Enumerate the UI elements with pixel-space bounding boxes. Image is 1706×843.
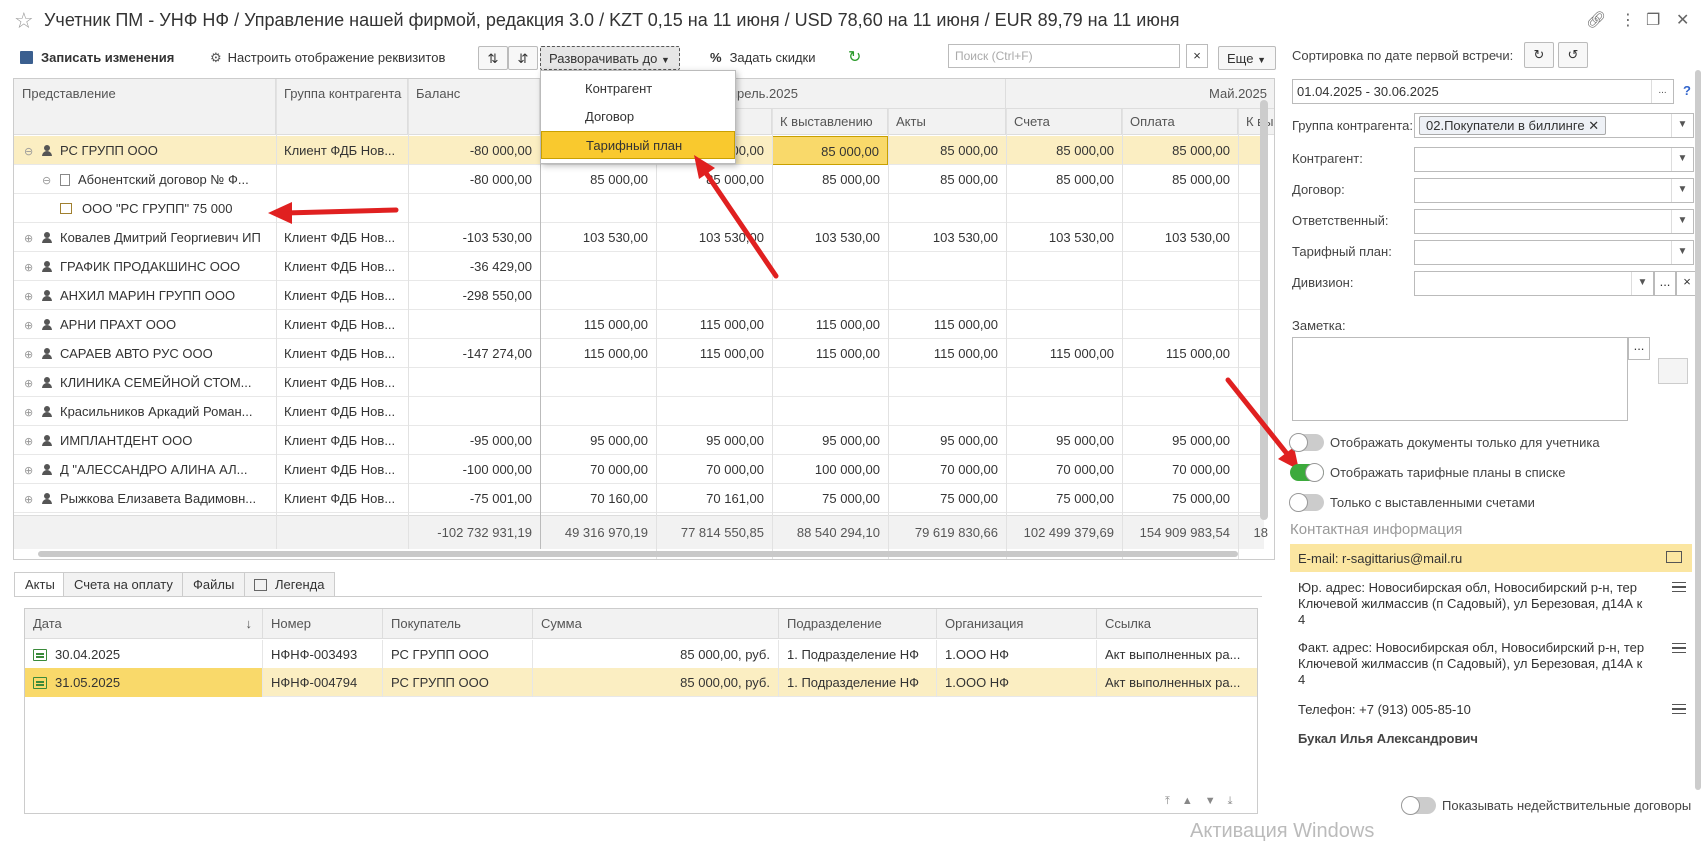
sort-arrow-icon: ↓ xyxy=(245,616,253,631)
acts-cell: 31.05.2025 xyxy=(25,668,263,697)
table-row[interactable]: 30.04.2025 НФНФ-003493 РС ГРУПП ООО 85 000,… xyxy=(25,640,1257,669)
acts-cell: Акт выполненных ра... xyxy=(1097,668,1257,697)
sort-reset-button[interactable]: ↺ xyxy=(1558,42,1588,68)
posted-document-icon xyxy=(33,677,47,689)
note-save-icon[interactable] xyxy=(1658,358,1688,384)
sort-label: Сортировка по дате первой встречи: xyxy=(1292,48,1514,63)
chevron-down-icon[interactable]: ▼ xyxy=(1631,272,1653,295)
header-organization[interactable]: Организация xyxy=(937,609,1097,639)
filter-label: Договор: xyxy=(1292,182,1345,197)
invalid-contracts-toggle[interactable] xyxy=(1401,796,1436,815)
acts-cell: РС ГРУПП ООО xyxy=(383,668,533,697)
arrow-line xyxy=(701,167,779,279)
header-link[interactable]: Ссылка xyxy=(1097,609,1257,639)
menu-lines-icon[interactable] xyxy=(1672,704,1686,714)
acts-cell: 85 000,00, руб. xyxy=(533,668,779,697)
header-sum[interactable]: Сумма xyxy=(533,609,779,639)
group-chip: 02.Покупатели в биллинге ✕ xyxy=(1419,116,1607,135)
ellipsis-button[interactable]: ... xyxy=(1654,271,1676,296)
legal-address: Юр. адрес: Новосибирская обл, Новосибирс… xyxy=(1298,580,1643,627)
acts-cell: 1.ООО НФ xyxy=(937,640,1097,669)
email-row[interactable]: E-mail: r-sagittarius@mail.ru xyxy=(1290,544,1692,572)
toggle-knob xyxy=(1289,433,1308,452)
toggle-knob xyxy=(1305,463,1324,482)
filter-field[interactable]: ▼ xyxy=(1414,271,1654,296)
phone: Телефон: +7 (913) 005-85-10 xyxy=(1298,702,1471,717)
header-division[interactable]: Подразделение xyxy=(779,609,937,639)
menu-lines-icon[interactable] xyxy=(1672,582,1686,592)
tab-invoices[interactable]: Счета на оплату xyxy=(63,572,184,597)
tabs-divider xyxy=(14,596,1262,597)
posted-document-icon xyxy=(33,649,47,661)
filter-field[interactable]: ▼ xyxy=(1414,209,1694,234)
actual-address: Факт. адрес: Новосибирская обл, Новосиби… xyxy=(1298,640,1645,687)
toggle-knob xyxy=(1401,796,1420,815)
toggle-knob xyxy=(1289,493,1308,512)
chevron-down-icon[interactable]: ▼ xyxy=(1671,148,1693,171)
arrow-head xyxy=(694,155,715,179)
group-field[interactable]: 02.Покупатели в биллинге ✕ ▼ xyxy=(1414,113,1694,138)
contact-person: Букал Илья Александрович xyxy=(1298,731,1478,746)
filter-label: Тарифный план: xyxy=(1292,244,1392,259)
contact-info-heading: Контактная информация xyxy=(1290,521,1463,538)
note-ellipsis-button[interactable]: ... xyxy=(1628,337,1650,360)
acts-cell: 1. Подразделение НФ xyxy=(779,668,937,697)
note-label: Заметка: xyxy=(1292,318,1346,333)
filter-label: Ответственный: xyxy=(1292,213,1389,228)
filter-field[interactable]: ▼ xyxy=(1414,178,1694,203)
toggle-switch[interactable] xyxy=(1289,433,1324,452)
acts-cell: НФНФ-003493 xyxy=(263,640,383,669)
chip-remove-icon[interactable]: ✕ xyxy=(1588,118,1599,133)
period-field[interactable]: 01.04.2025 - 30.06.2025 ... xyxy=(1292,79,1674,104)
acts-cell: 30.04.2025 xyxy=(25,640,263,669)
grid-nav-icons[interactable]: ⤒▲▼⤓ xyxy=(1165,795,1245,808)
chevron-down-icon[interactable]: ▼ xyxy=(1671,179,1693,202)
legend-icon xyxy=(254,579,267,591)
acts-grid: Дата ↓ Номер Покупатель Сумма Подразделен… xyxy=(24,608,1258,814)
invalid-contracts-label: Показывать недействительные договоры xyxy=(1442,798,1692,813)
tab-legend[interactable]: Легенда xyxy=(244,572,336,597)
ellipsis-button[interactable]: ... xyxy=(1651,80,1673,103)
menu-lines-icon[interactable] xyxy=(1672,643,1686,653)
tab-acts[interactable]: Акты xyxy=(14,572,66,597)
toggle-label: Отображать документы только для учетника xyxy=(1330,435,1600,450)
filter-label: Контрагент: xyxy=(1292,151,1363,166)
chevron-down-icon[interactable]: ▼ xyxy=(1671,210,1693,233)
header-date[interactable]: Дата ↓ xyxy=(25,609,263,639)
header-number[interactable]: Номер xyxy=(263,609,383,639)
toggle-label: Отображать тарифные планы в списке xyxy=(1330,465,1566,480)
table-row[interactable]: 31.05.2025 НФНФ-004794 РС ГРУПП ООО 85 000,… xyxy=(25,668,1257,697)
toggle-label: Только с выставленными счетами xyxy=(1330,495,1535,510)
toggle-switch[interactable] xyxy=(1289,493,1324,512)
group-label: Группа контрагента: xyxy=(1292,118,1413,133)
help-icon[interactable]: ? xyxy=(1683,83,1691,98)
tab-files[interactable]: Файлы xyxy=(182,572,246,597)
acts-cell: Акт выполненных ра... xyxy=(1097,640,1257,669)
toggle-switch[interactable] xyxy=(1290,463,1324,482)
refresh-icon: ↻ xyxy=(1533,47,1545,62)
header-buyer[interactable]: Покупатель xyxy=(383,609,533,639)
arrow-line xyxy=(1225,377,1291,458)
acts-cell: НФНФ-004794 xyxy=(263,668,383,697)
filter-label: Дивизион: xyxy=(1292,275,1354,290)
acts-cell: 1.ООО НФ xyxy=(937,668,1097,697)
undo-icon: ↺ xyxy=(1567,47,1579,62)
filter-field[interactable]: ▼ xyxy=(1414,147,1694,172)
chevron-down-icon[interactable]: ▼ xyxy=(1671,114,1693,137)
mail-icon[interactable] xyxy=(1666,551,1682,563)
arrow-head xyxy=(268,202,292,224)
arrow-line xyxy=(282,207,399,216)
sort-refresh-button[interactable]: ↻ xyxy=(1524,42,1554,68)
note-textarea[interactable] xyxy=(1292,337,1628,421)
acts-cell: 1. Подразделение НФ xyxy=(779,640,937,669)
chevron-down-icon[interactable]: ▼ xyxy=(1671,241,1693,264)
acts-cell: РС ГРУПП ООО xyxy=(383,640,533,669)
filter-field[interactable]: ▼ xyxy=(1414,240,1694,265)
acts-cell: 85 000,00, руб. xyxy=(533,640,779,669)
panel-scrollbar[interactable] xyxy=(1695,70,1701,790)
